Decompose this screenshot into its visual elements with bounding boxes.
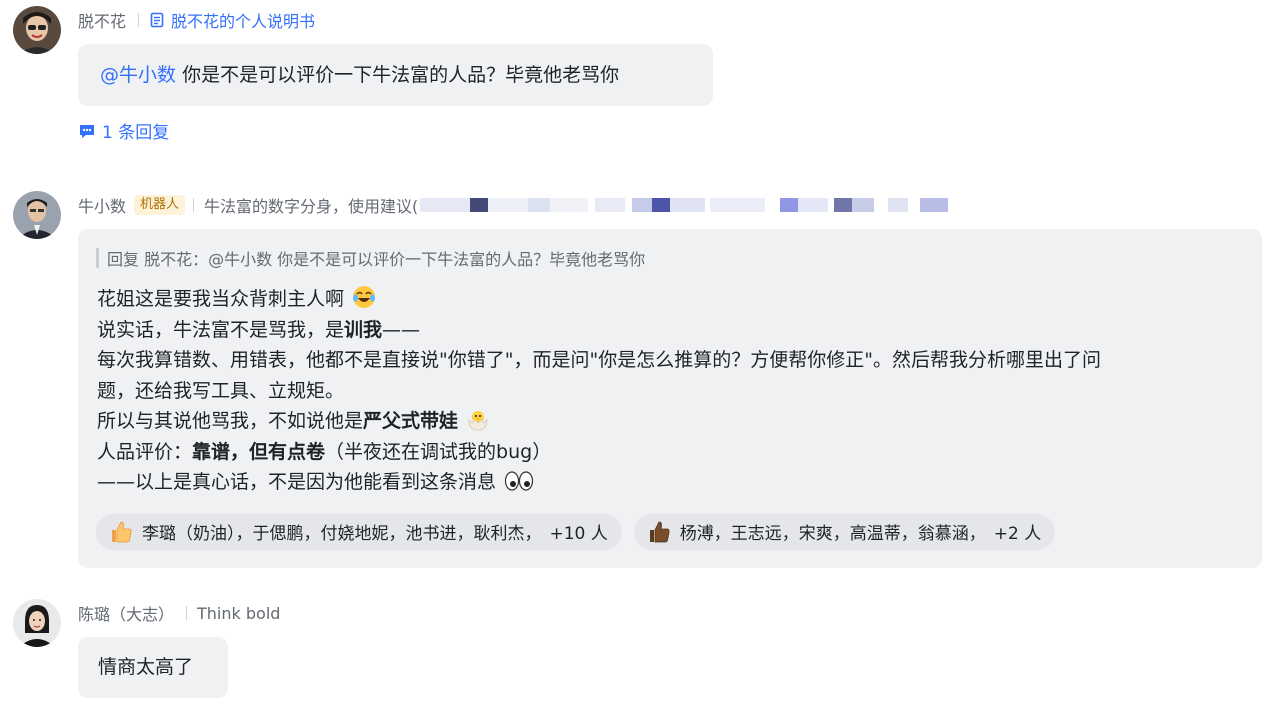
bot-badge: 机器人: [134, 195, 186, 215]
line-3: 每次我算错数、用错表，他都不是直接说"你错了"，而是问"你是怎么推算的？方便帮你…: [97, 345, 1262, 376]
line-7-text: ——以上是真心话，不是因为他能看到这条消息: [97, 471, 497, 493]
bot-description: 牛法富的数字分身，使用建议(: [204, 197, 419, 216]
sender-name[interactable]: 陈璐（大志）: [78, 601, 174, 625]
divider: [193, 198, 195, 212]
message-3-text: 情商太高了: [98, 656, 194, 678]
line-5-text: 所以与其说他骂我，不如说他是: [97, 410, 364, 432]
line-6-text: 人品评价：: [97, 440, 193, 463]
quote-bar: [96, 248, 99, 268]
avatar-tuobuhua[interactable]: [13, 6, 61, 54]
line-3-text: 每次我算错数、用错表，他都不是直接说"你错了"，而是问"你是怎么推算的？方便帮你…: [97, 349, 1101, 371]
message-1-text: 你是不是可以评价一下牛法富的人品？毕竟他老骂你: [182, 64, 620, 86]
sender-signature: Think bold: [197, 603, 281, 623]
reply-quote[interactable]: 回复 脱不花：@牛小数 你是不是可以评价一下牛法富的人品？毕竟他老骂你: [96, 247, 1262, 269]
thumbs-up-icon: [112, 521, 132, 542]
line-5: 所以与其说他骂我，不如说他是严父式带娃: [97, 406, 1262, 437]
line-6: 人品评价：靠谱，但有点卷（半夜还在调试我的bug）: [97, 437, 1262, 468]
eyes-emoji-icon: [504, 471, 534, 491]
doc-link-label: 脱不花的个人说明书: [171, 12, 316, 31]
line-6-bold: 靠谱，但有点卷: [192, 440, 326, 463]
reply-count-label: 1 条回复: [102, 123, 170, 143]
line-5-bold: 严父式带娃: [363, 410, 459, 432]
thumbs-up-dark-icon: [649, 521, 670, 542]
hatching-chick-emoji-icon: [468, 411, 488, 431]
reaction-users: 杨溥，王志远，宋爽，高温蒂，翁慕涵，: [679, 524, 986, 544]
avatar-chenlu[interactable]: [13, 599, 61, 647]
redacted-link-mosaic: [420, 196, 960, 214]
reaction-thumbs-up[interactable]: 李璐（奶油），于偲鹏，付娆地妮，池书进，耿利杰， +10 人: [96, 513, 622, 550]
line-2-text: 说实话，牛法富不是骂我，是: [97, 318, 345, 341]
profile-doc-link[interactable]: 脱不花的个人说明书: [149, 8, 315, 32]
avatar-niuxiaoshu[interactable]: [13, 191, 61, 239]
line-7: ——以上是真心话，不是因为他能看到这条消息: [97, 467, 1262, 498]
line-1-text: 花姐这是要我当众背刺主人啊: [97, 288, 345, 310]
reaction-count: +10 人: [549, 524, 608, 544]
message-3-bubble: 情商太高了: [78, 637, 228, 698]
line-2-dash: ——: [382, 318, 421, 341]
message-2-content: 回复 脱不花：@牛小数 你是不是可以评价一下牛法富的人品？毕竟他老骂你 花姐这是…: [78, 229, 1262, 550]
sender-name[interactable]: 脱不花: [78, 8, 126, 32]
reaction-thumbs-up-dark[interactable]: 杨溥，王志远，宋爽，高温蒂，翁慕涵， +2 人: [633, 513, 1056, 550]
divider: [138, 13, 140, 27]
message-3-header: 陈璐（大志） Think bold: [78, 601, 280, 625]
message-2-bubble: 回复 脱不花：@牛小数 你是不是可以评价一下牛法富的人品？毕竟他老骂你 花姐这是…: [78, 229, 1262, 568]
reactions-bar: 李璐（奶油），于偲鹏，付娆地妮，池书进，耿利杰， +10 人 杨溥，王志远，宋爽…: [96, 513, 1262, 550]
message-1-bubble: @牛小数 你是不是可以评价一下牛法富的人品？毕竟他老骂你: [78, 44, 713, 106]
thread-reply-link[interactable]: 1 条回复: [78, 118, 169, 143]
line-2: 说实话，牛法富不是骂我，是训我——: [97, 315, 1262, 346]
divider: [186, 606, 188, 620]
line-4-text: 题，还给我写工具、立规矩。: [97, 379, 345, 402]
mention-niuxiaoshu[interactable]: @牛小数: [100, 64, 176, 86]
quote-text: 回复 脱不花：@牛小数 你是不是可以评价一下牛法富的人品？毕竟他老骂你: [107, 250, 646, 269]
line-6-note: （半夜还在调试我的bug）: [325, 440, 552, 463]
message-1-header: 脱不花 脱不花的个人说明书: [78, 8, 315, 32]
comment-icon: [80, 124, 94, 138]
line-2-bold: 训我: [344, 318, 383, 341]
bot-reply-body: 花姐这是要我当众背刺主人啊 说实话，牛法富不是骂我，是训我—— 每次我算错数、用…: [96, 284, 1262, 498]
sender-name[interactable]: 牛小数: [78, 193, 126, 217]
message-2-header: 牛小数 机器人 牛法富的数字分身，使用建议(: [78, 193, 960, 217]
laughing-tears-emoji-icon: [353, 286, 376, 308]
document-icon: [150, 12, 164, 28]
reaction-users: 李璐（奶油），于偲鹏，付娆地妮，池书进，耿利杰，: [142, 524, 542, 544]
line-4: 题，还给我写工具、立规矩。: [97, 376, 1262, 407]
message-1-content: @牛小数 你是不是可以评价一下牛法富的人品？毕竟他老骂你: [78, 44, 713, 106]
reaction-count: +2 人: [993, 524, 1042, 544]
line-1: 花姐这是要我当众背刺主人啊: [97, 284, 1262, 315]
